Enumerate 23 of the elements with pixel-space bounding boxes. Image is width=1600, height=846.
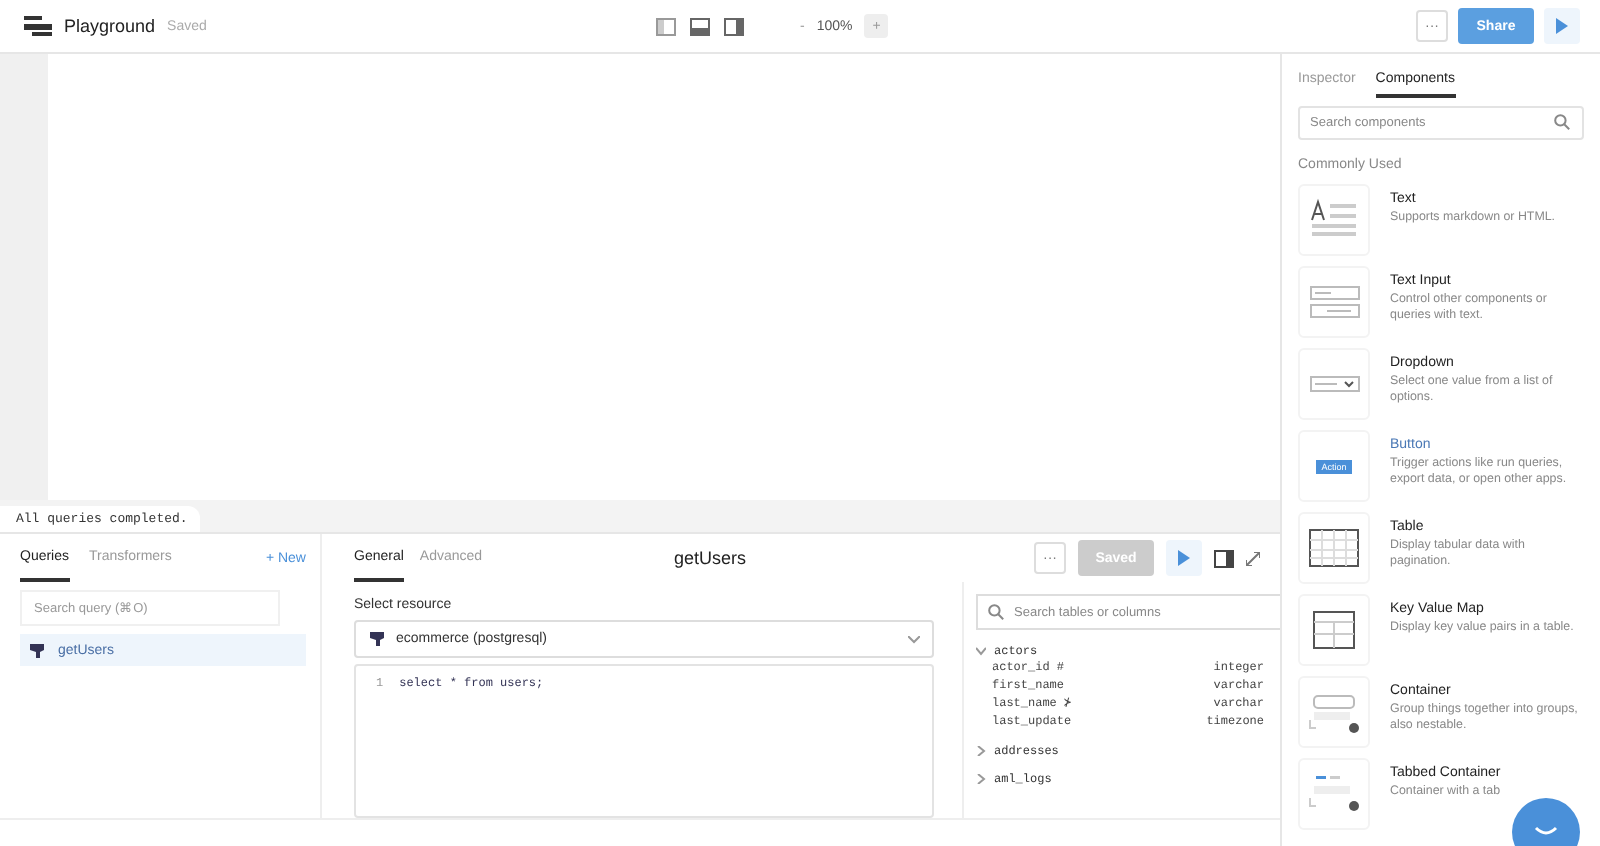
play-icon: [1556, 18, 1568, 34]
run-button[interactable]: [1166, 540, 1202, 576]
expand-icon[interactable]: [1246, 551, 1260, 565]
bottom-panel-icon[interactable]: [690, 17, 710, 35]
chevron-right-icon: [976, 746, 986, 756]
play-icon: [1178, 550, 1190, 566]
dropdown-icon: [1309, 376, 1359, 392]
text-input-icon: [1309, 286, 1359, 318]
chat-icon: [1534, 826, 1558, 838]
search-icon: [1554, 114, 1570, 130]
chat-button[interactable]: [1512, 798, 1580, 846]
chevron-down-icon: [908, 635, 920, 643]
chevron-right-icon: [976, 774, 986, 784]
preview-button[interactable]: [1544, 8, 1580, 44]
table-icon: [1306, 524, 1362, 572]
app-title: Playground: [64, 16, 156, 36]
menu-icon[interactable]: [24, 16, 52, 36]
left-panel-icon[interactable]: [656, 17, 676, 35]
side-panel-icon[interactable]: [1214, 549, 1234, 567]
query-name: getUsers: [674, 548, 749, 568]
search-icon: [988, 604, 1004, 620]
right-panel-icon[interactable]: [724, 17, 744, 35]
chevron-down-icon: [976, 646, 986, 656]
